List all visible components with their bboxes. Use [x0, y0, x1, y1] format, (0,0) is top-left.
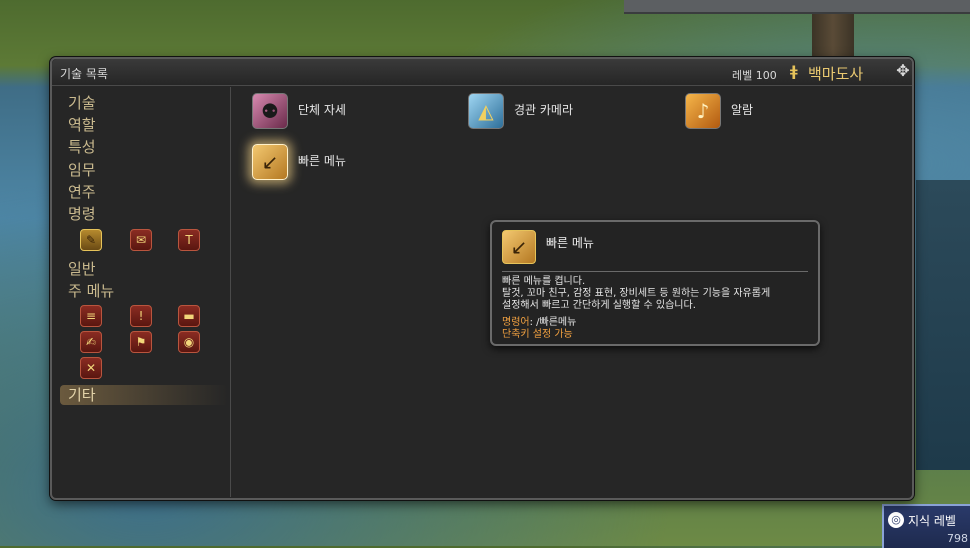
job-icon: ǂ — [790, 64, 798, 80]
background-top-bar — [624, 0, 970, 14]
tooltip-desc-line: 탈것, 꼬마 친구, 감정 표현, 장비세트 등 원하는 기능을 자유롭게 — [502, 288, 771, 299]
action-list-window: 기술 목록 레벨 100 ǂ 백마도사 ✥ 기술 역할 특성 임무 연주 명령 … — [50, 57, 914, 500]
job-name: 백마도사 — [808, 65, 864, 83]
background-tree — [812, 14, 854, 58]
tooltip-shortcut: 단축키 설정 가능 — [502, 329, 573, 340]
sidebar-item-duty[interactable]: 임무 — [68, 160, 96, 180]
sidebar-item-role[interactable]: 역할 — [68, 115, 96, 135]
knowledge-icon: ◎ — [888, 512, 904, 528]
tooltip-divider — [502, 271, 808, 272]
sidebar-item-main-menu[interactable]: 주 메뉴 — [68, 281, 114, 301]
scroll-icon[interactable]: ✍ — [80, 331, 102, 353]
alert-icon[interactable]: ! — [130, 305, 152, 327]
action-label: 경관 카메라 — [514, 103, 574, 117]
alarm-bell-icon: ♪ — [685, 93, 721, 129]
flag-icon[interactable]: T — [178, 229, 200, 251]
action-label: 빠른 메뉴 — [298, 154, 346, 168]
sidebar-item-performance[interactable]: 연주 — [68, 182, 96, 202]
tooltip-desc-line: 빠른 메뉴를 켭니다. — [502, 276, 586, 287]
window-titlebar[interactable]: 기술 목록 레벨 100 ǂ 백마도사 ✥ — [52, 59, 912, 86]
pose-icon[interactable]: ✎ — [80, 229, 102, 251]
level-label: 레벨 100 — [732, 69, 777, 82]
tooltip-desc-line: 설정해서 빠르고 간단하게 실행할 수 있습니다. — [502, 300, 696, 311]
quick-menu-icon: ↙ — [252, 144, 288, 180]
sidebar-item-other[interactable]: 기타 — [60, 385, 228, 405]
close-icon[interactable]: ✥ — [894, 62, 912, 80]
tooltip-title: 빠른 메뉴 — [546, 236, 594, 250]
knowledge-value: 798 — [947, 532, 968, 545]
x-v-icon[interactable]: ✕ — [80, 357, 102, 379]
book-icon[interactable]: ▬ — [178, 305, 200, 327]
group-pose-icon: ⚉ — [252, 93, 288, 129]
camera-icon: ◭ — [468, 93, 504, 129]
coins-icon[interactable]: ◉ — [178, 331, 200, 353]
background-shadow — [916, 180, 970, 470]
sidebar-item-traits[interactable]: 특성 — [68, 137, 96, 157]
sidebar-item-commands[interactable]: 명령 — [68, 204, 96, 224]
list-icon[interactable]: ≡ — [80, 305, 102, 327]
action-label: 단체 자세 — [298, 103, 346, 117]
flag-list-icon[interactable]: ⚑ — [130, 331, 152, 353]
sidebar-item-general[interactable]: 일반 — [68, 259, 96, 279]
action-label: 알람 — [731, 103, 754, 117]
action-grid: ⚉ 단체 자세 ◭ 경관 카메라 ♪ 알람 ↙ 빠른 메뉴 ↙ 빠른 메뉴 빠른… — [232, 87, 912, 497]
map-icon[interactable]: ✉ — [130, 229, 152, 251]
knowledge-label: 지식 레벨 — [908, 514, 956, 528]
action-tooltip: ↙ 빠른 메뉴 빠른 메뉴를 켭니다. 탈것, 꼬마 친구, 감정 표현, 장비… — [490, 220, 820, 346]
knowledge-level-widget[interactable]: ◎ 지식 레벨 798 — [882, 504, 970, 548]
window-title: 기술 목록 — [60, 67, 108, 81]
quick-menu-icon: ↙ — [502, 230, 536, 264]
sidebar-item-skills[interactable]: 기술 — [68, 93, 96, 113]
tooltip-description: 빠른 메뉴를 켭니다. 탈것, 꼬마 친구, 감정 표현, 장비세트 등 원하는… — [502, 276, 770, 312]
category-sidebar: 기술 역할 특성 임무 연주 명령 ✎ ✉ T 일반 주 메뉴 ≡ ! ▬ ✍ … — [60, 87, 231, 497]
